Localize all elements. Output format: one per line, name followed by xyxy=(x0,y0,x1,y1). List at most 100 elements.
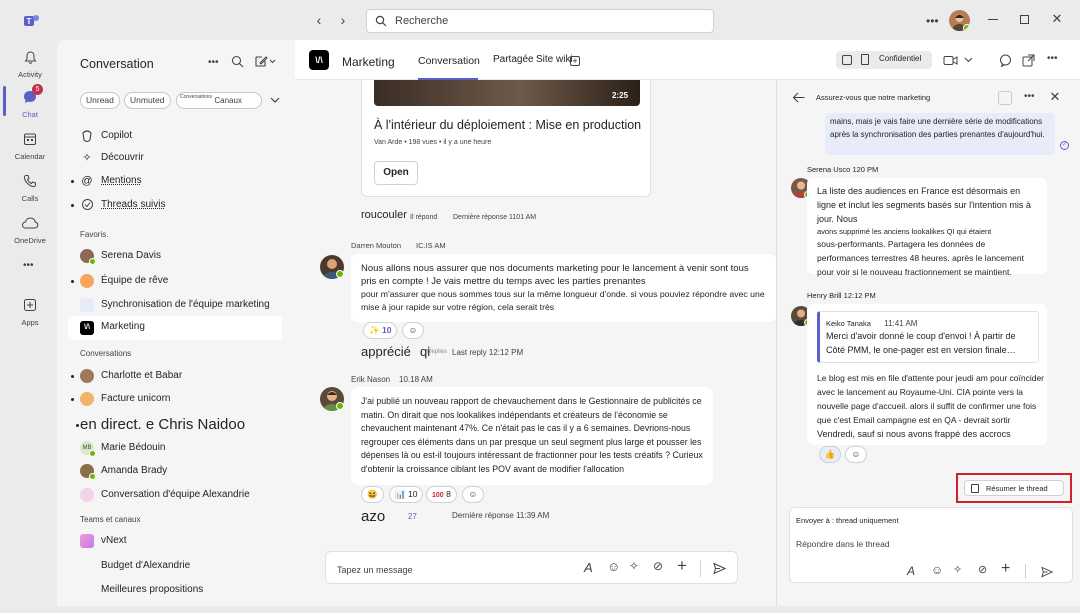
chat-item-charlotte-babar[interactable]: Charlotte et Babar xyxy=(71,366,290,386)
chat-item-marketing[interactable]: \/\ Marketing xyxy=(68,316,282,340)
video-call-icon[interactable] xyxy=(942,54,958,66)
more-options-icon[interactable]: ••• xyxy=(926,14,939,28)
sticker-icon[interactable]: ✧ xyxy=(953,563,962,576)
rail-item-calendar[interactable]: Calendar xyxy=(0,128,60,172)
thread-message-bubble[interactable]: La liste des audiences en France est dés… xyxy=(807,178,1047,277)
chat-item-chris-naidoo[interactable]: en direct. e Chris Naidoo xyxy=(76,413,290,437)
add-tab-icon[interactable]: + xyxy=(570,56,580,66)
sticker-icon[interactable]: ✧ xyxy=(629,559,639,573)
back-arrow-icon[interactable]: ‹ xyxy=(312,12,326,28)
reply-count[interactable]: 27 xyxy=(408,512,417,521)
chat-item-amanda-brady[interactable]: Amanda Brady xyxy=(80,461,290,481)
thread-top-message[interactable]: mains, mais je vais faire une dernière s… xyxy=(825,113,1055,155)
chat-list-more-icon[interactable]: ••• xyxy=(208,57,219,68)
message-bubble[interactable]: Nous allons nous assurer que nos documen… xyxy=(351,254,776,322)
add-attachment-icon[interactable]: + xyxy=(677,556,687,576)
more-apps-icon[interactable]: ••• xyxy=(23,260,34,271)
rail-item-chat[interactable]: Chat 5 xyxy=(0,84,60,130)
team-item-vnext[interactable]: vNext xyxy=(80,531,290,551)
send-icon[interactable] xyxy=(712,561,726,575)
add-attachment-icon[interactable]: + xyxy=(1001,560,1010,578)
sparkle-icon: ✧ xyxy=(82,152,92,164)
chat-item-serena-davis[interactable]: Serena Davis xyxy=(80,246,290,266)
close-window-button[interactable]: ✕ xyxy=(1050,11,1064,26)
rail-item-onedrive[interactable]: OneDrive xyxy=(0,212,60,256)
send-icon[interactable] xyxy=(1040,565,1054,579)
chat-item-marie-bedouin[interactable]: MB Marie Bédouin xyxy=(80,438,290,458)
reaction-chart[interactable]: 📊 10 xyxy=(389,486,424,503)
channel-item-best-proposals[interactable]: Meilleures propositions xyxy=(80,580,290,600)
filter-chip-conversations-channels[interactable]: Conversations Canaux xyxy=(176,92,262,109)
filter-chip-unmuted[interactable]: Unmuted xyxy=(124,92,171,109)
tab-wiki[interactable]: Site wiki xyxy=(536,54,573,65)
format-text-icon[interactable]: A xyxy=(907,564,915,578)
message-bubble[interactable]: J'ai publié un nouveau rapport de chevau… xyxy=(351,387,713,485)
sensitivity-controls[interactable]: Confidentiel xyxy=(836,51,932,69)
channel-label: Budget d'Alexandrie xyxy=(101,560,191,571)
loop-icon[interactable]: ⊘ xyxy=(978,563,987,576)
thread-reply-placeholder: Répondre dans le thread xyxy=(796,539,890,549)
replies-link[interactable]: Replies xyxy=(427,349,447,355)
message-time: IC.IS AM xyxy=(416,241,446,250)
chat-bubble-icon[interactable] xyxy=(998,53,1012,67)
reply-count-link[interactable]: Il répond xyxy=(410,214,437,221)
rail-item-activity[interactable]: Activity xyxy=(0,46,60,90)
filter-chip-unread[interactable]: Unread xyxy=(80,92,120,109)
reaction-thumbs-up[interactable]: 👍 xyxy=(819,446,841,463)
channel-item-alexandria-budget[interactable]: Budget d'Alexandrie xyxy=(80,556,290,576)
video-title[interactable]: À l'intérieur du déploiement : Mise en p… xyxy=(374,118,641,132)
emoji-icon[interactable]: ☺ xyxy=(607,559,620,574)
tab-shared[interactable]: Partagée xyxy=(493,54,534,65)
add-reaction-button[interactable]: ☺ xyxy=(462,486,484,503)
quoted-message[interactable]: Keiko Tanaka 11:41 AM Merci d'avoir donn… xyxy=(817,311,1039,363)
loop-icon[interactable]: ⊘ xyxy=(653,559,663,573)
message-text: Le blog est mis en file d'attente pour j… xyxy=(817,373,1045,425)
nav-item-mentions[interactable]: @ Mentions xyxy=(71,171,290,191)
section-conversations: Conversations xyxy=(80,349,132,358)
nav-item-followed-threads[interactable]: Threads suivis xyxy=(71,195,290,215)
video-thumbnail[interactable] xyxy=(374,80,640,106)
nav-item-discover[interactable]: ✧ Découvrir xyxy=(80,148,290,168)
user-avatar[interactable] xyxy=(949,10,970,31)
open-button-label: Open xyxy=(383,167,409,178)
open-video-button[interactable]: Open xyxy=(374,161,418,185)
copy-link-icon xyxy=(842,55,852,65)
thread-reply-box[interactable]: Envoyer à : thread uniquement Répondre d… xyxy=(789,507,1073,583)
thread-more-icon[interactable]: ••• xyxy=(1024,91,1035,102)
channel-more-icon[interactable]: ••• xyxy=(1047,53,1058,64)
tab-conversation[interactable]: Conversation xyxy=(418,55,480,67)
add-reaction-button[interactable]: ☺ xyxy=(845,446,867,463)
add-reaction-button[interactable]: ☺ xyxy=(402,322,424,339)
teams-logo-icon[interactable]: T xyxy=(22,12,40,30)
filter-search-icon[interactable] xyxy=(230,54,244,68)
thread-message-bubble[interactable]: Keiko Tanaka 11:41 AM Merci d'avoir donn… xyxy=(807,304,1047,445)
chevron-down-icon[interactable] xyxy=(269,94,281,106)
chat-item-unicorn-invoice[interactable]: Facture unicorn xyxy=(71,389,290,409)
back-arrow-icon[interactable] xyxy=(791,90,805,104)
video-options-chevron-icon[interactable] xyxy=(963,56,973,64)
minimize-button[interactable] xyxy=(988,19,998,20)
forward-arrow-icon[interactable]: › xyxy=(336,12,350,28)
reaction-face[interactable]: 😆 xyxy=(361,486,384,503)
reaction-sparkle[interactable]: ✨ 10 xyxy=(363,322,398,339)
rail-item-apps[interactable]: Apps xyxy=(0,294,60,338)
unread-dot xyxy=(71,375,74,378)
close-icon[interactable]: ✕ xyxy=(1048,89,1062,104)
maximize-button[interactable] xyxy=(1020,15,1029,24)
compose-box[interactable]: Tapez un message A ☺ ✧ ⊘ + xyxy=(325,551,738,584)
reaction-hundred[interactable]: 100 8 xyxy=(426,486,457,503)
nav-item-copilot[interactable]: Copilot xyxy=(80,126,290,146)
search-input[interactable]: Recherche xyxy=(366,9,714,33)
pop-out-icon[interactable] xyxy=(1021,53,1035,67)
summarize-thread-button[interactable]: Résumer le thread xyxy=(964,480,1064,496)
chat-item-dream-team[interactable]: Équipe de rêve xyxy=(71,271,290,291)
thread-chat-icon[interactable] xyxy=(998,91,1012,105)
send-to-label[interactable]: Envoyer à : thread uniquement xyxy=(796,516,899,525)
chat-item-alexandria-team[interactable]: Conversation d'équipe Alexandrie xyxy=(80,485,290,505)
format-text-icon[interactable]: A xyxy=(584,560,593,575)
new-chat-icon[interactable] xyxy=(254,54,276,68)
chat-item-marketing-sync[interactable]: Synchronisation de l'équipe marketing xyxy=(80,295,290,315)
rail-item-calls[interactable]: Calls xyxy=(0,170,60,214)
video-card[interactable]: 2:25 À l'intérieur du déploiement : Mise… xyxy=(361,80,651,197)
emoji-icon[interactable]: ☺ xyxy=(931,563,943,577)
